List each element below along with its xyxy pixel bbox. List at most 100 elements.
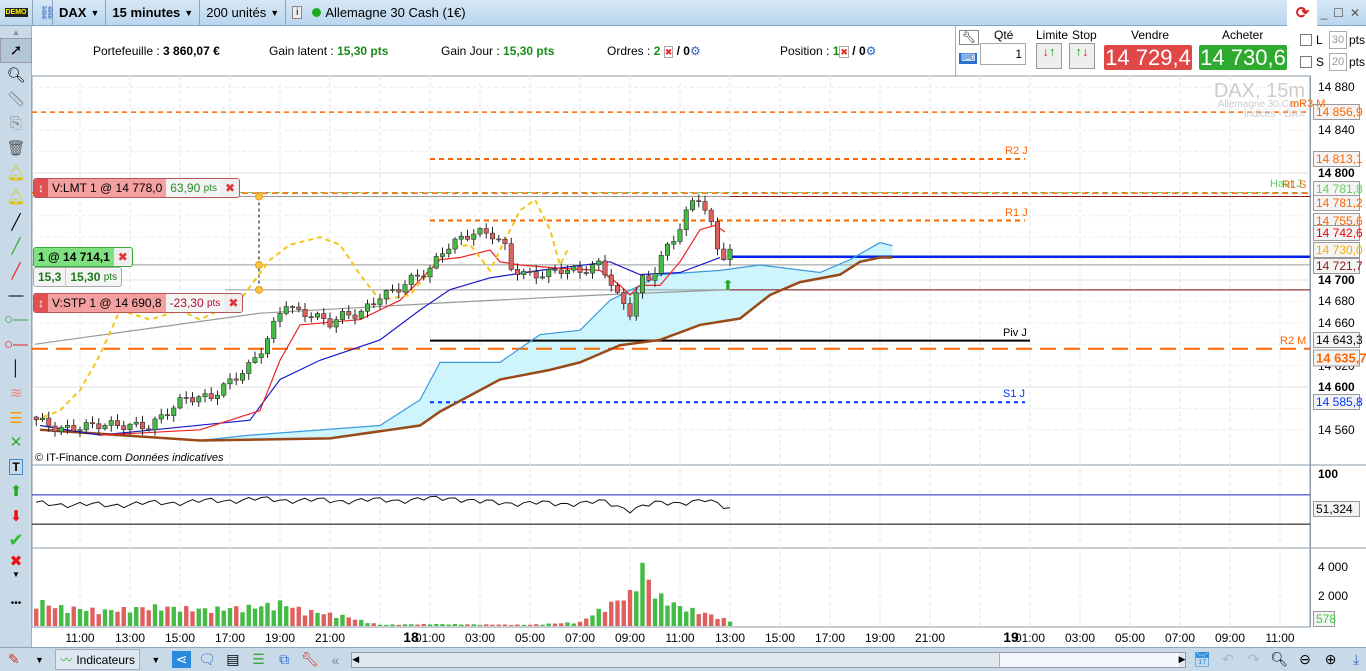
level-label: R1 J	[1005, 206, 1028, 219]
candle-body	[321, 313, 327, 319]
candle-body	[327, 318, 333, 328]
candle-body	[589, 264, 595, 274]
candle-body	[627, 303, 633, 317]
horizontal-scrollbar[interactable]: ◀ ▶	[351, 651, 1187, 668]
price-level-label: 14 643,3	[1313, 331, 1363, 348]
draw-tools-icon[interactable]: ✎	[4, 651, 24, 668]
auto-zoom-icon[interactable]: 🔍︎	[1269, 651, 1289, 668]
candle-body	[708, 209, 714, 222]
volume-bar	[265, 602, 270, 626]
calendar-goto-icon[interactable]: 📅︎	[1192, 651, 1212, 668]
volume-bar	[96, 614, 101, 626]
candle-body	[671, 241, 677, 245]
time-tick-label: 17:00	[214, 631, 246, 645]
drag-handle-icon[interactable]: ↕	[34, 294, 48, 312]
close-position-icon[interactable]: ✖	[114, 248, 132, 266]
zoom-out-icon[interactable]: ⊖	[1295, 651, 1315, 668]
comment-icon[interactable]: 🗨︎	[197, 651, 217, 668]
candle-body	[696, 200, 702, 202]
candle-body	[489, 232, 495, 240]
chevron-down-icon[interactable]: ▼	[30, 655, 50, 665]
volume-bar	[134, 607, 139, 626]
candle-body	[227, 378, 233, 385]
volume-bar	[409, 624, 414, 626]
volume-bar	[502, 624, 508, 626]
candle-body	[439, 253, 445, 257]
report-icon[interactable]: ▤	[223, 651, 243, 668]
candle-body	[527, 271, 533, 273]
chart-settings-icon[interactable]: 🔧︎	[300, 651, 320, 668]
position-label[interactable]: 1 @ 14 714,1 ✖	[33, 247, 133, 267]
level-label: S1 J	[1003, 388, 1026, 401]
scroll-right-icon[interactable]: ▶	[1179, 654, 1186, 665]
volume-bar	[309, 609, 314, 626]
price-tick-label: 14 600	[1318, 380, 1355, 394]
candle-body	[127, 423, 133, 430]
volume-bar	[296, 606, 301, 626]
zoom-in-icon[interactable]: ⊕	[1321, 651, 1341, 668]
candle-body	[133, 421, 139, 425]
volume-bar	[477, 624, 483, 626]
price-tick-label: 14 680	[1318, 294, 1355, 309]
candle-body	[714, 221, 720, 250]
orderbook-icon[interactable]: ☰	[249, 651, 269, 668]
volume-bar	[665, 605, 670, 626]
volume-value-label: 578	[1313, 611, 1336, 627]
volume-bar	[627, 589, 633, 626]
drag-handle-icon[interactable]: ↕	[34, 179, 48, 197]
time-tick-label: 11:00	[1265, 631, 1295, 645]
volume-bar	[234, 606, 239, 626]
volume-bar	[377, 624, 383, 626]
candle-body	[246, 362, 252, 374]
volume-bar	[371, 623, 376, 626]
cancel-limit-icon[interactable]: ✖	[220, 179, 240, 197]
bottom-toolbar: ✎ ▼ 〰 Indicateurs ▼ ⋖ 🗨︎ ▤ ☰ ⧉ 🔧︎ « ◀ ▶ 📅︎…	[0, 647, 1366, 671]
volume-bar	[402, 624, 408, 626]
limit-order-label[interactable]: ↕ V:LMT 1 @ 14 778,0 63,90 pts ✖	[33, 178, 241, 198]
candle-body	[389, 289, 395, 291]
volume-bar	[727, 621, 733, 626]
volume-bar	[215, 606, 220, 626]
rewind-icon[interactable]: «	[326, 652, 346, 668]
candle-body	[658, 255, 664, 274]
limit-order-pts: 63,90 pts	[166, 179, 221, 197]
volume-bar	[446, 624, 451, 626]
candle-body	[602, 260, 608, 276]
volume-bar	[577, 621, 583, 626]
redo-icon[interactable]: ↷	[1244, 651, 1264, 668]
candle-body	[364, 303, 370, 312]
volume-bar	[334, 617, 339, 626]
volume-bar	[121, 607, 126, 626]
candle-body	[702, 201, 708, 211]
chevron-down-icon[interactable]: ▼	[146, 655, 166, 665]
scrollbar-thumb[interactable]	[998, 652, 1179, 667]
position-pnl: 15,3 15,30 pts	[33, 267, 123, 287]
volume-bar	[271, 610, 276, 626]
scroll-left-icon[interactable]: ◀	[352, 654, 359, 665]
cancel-stop-icon[interactable]: ✖	[224, 294, 243, 312]
buy-signal-arrow-icon: ⬆	[722, 277, 734, 293]
volume-bar	[109, 610, 114, 626]
volume-bar	[227, 608, 233, 626]
volume-bar	[684, 611, 689, 626]
multi-chart-icon[interactable]: ⧉	[274, 651, 294, 668]
volume-tick: 4 000	[1318, 560, 1349, 574]
volume-bar	[459, 624, 464, 626]
volume-bar	[571, 623, 576, 626]
candle-body	[564, 269, 570, 274]
stop-order-label[interactable]: ↕ V:STP 1 @ 14 690,8 -23,30 pts ✖	[33, 293, 244, 313]
share-icon[interactable]: ⋖	[171, 651, 192, 668]
volume-bar	[159, 610, 164, 626]
candle-body	[333, 319, 339, 328]
volume-bar	[284, 606, 289, 626]
undo-icon[interactable]: ↶	[1218, 651, 1238, 668]
volume-bar	[352, 619, 358, 626]
indicators-button[interactable]: 〰 Indicateurs	[55, 649, 141, 670]
candle-body	[614, 285, 620, 293]
candle-body	[108, 420, 114, 426]
volume-bar	[509, 624, 514, 626]
volume-bar	[715, 618, 720, 626]
candle-body	[39, 417, 45, 420]
scroll-end-icon[interactable]: ⤓	[1346, 651, 1366, 668]
volume-bar	[452, 624, 458, 626]
